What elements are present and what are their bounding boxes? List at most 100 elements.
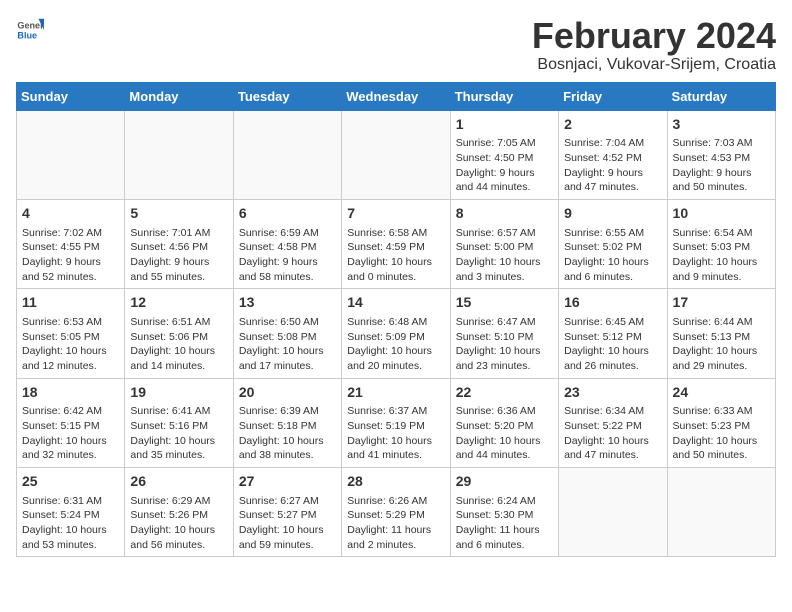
day-number: 23 <box>564 383 661 403</box>
calendar-cell: 13Sunrise: 6:50 AMSunset: 5:08 PMDayligh… <box>233 289 341 378</box>
calendar-cell: 11Sunrise: 6:53 AMSunset: 5:05 PMDayligh… <box>17 289 125 378</box>
day-number: 4 <box>22 204 119 224</box>
day-number: 25 <box>22 472 119 492</box>
day-detail: Sunrise: 6:44 AMSunset: 5:13 PMDaylight:… <box>673 315 770 374</box>
day-number: 18 <box>22 383 119 403</box>
day-number: 16 <box>564 293 661 313</box>
day-detail: Sunrise: 6:54 AMSunset: 5:03 PMDaylight:… <box>673 226 770 285</box>
day-detail: Sunrise: 7:02 AMSunset: 4:55 PMDaylight:… <box>22 226 119 285</box>
calendar-cell: 16Sunrise: 6:45 AMSunset: 5:12 PMDayligh… <box>559 289 667 378</box>
calendar-cell: 17Sunrise: 6:44 AMSunset: 5:13 PMDayligh… <box>667 289 775 378</box>
day-number: 15 <box>456 293 553 313</box>
day-number: 21 <box>347 383 444 403</box>
day-detail: Sunrise: 6:31 AMSunset: 5:24 PMDaylight:… <box>22 494 119 553</box>
day-number: 11 <box>22 293 119 313</box>
page-title: February 2024 <box>532 16 776 56</box>
day-detail: Sunrise: 6:39 AMSunset: 5:18 PMDaylight:… <box>239 404 336 463</box>
calendar-table: SundayMondayTuesdayWednesdayThursdayFrid… <box>16 82 776 558</box>
calendar-day-header: Sunday <box>17 82 125 110</box>
calendar-cell: 26Sunrise: 6:29 AMSunset: 5:26 PMDayligh… <box>125 467 233 556</box>
calendar-cell <box>559 467 667 556</box>
day-number: 1 <box>456 115 553 135</box>
calendar-cell: 23Sunrise: 6:34 AMSunset: 5:22 PMDayligh… <box>559 378 667 467</box>
calendar-cell: 12Sunrise: 6:51 AMSunset: 5:06 PMDayligh… <box>125 289 233 378</box>
day-detail: Sunrise: 6:34 AMSunset: 5:22 PMDaylight:… <box>564 404 661 463</box>
calendar-cell <box>17 110 125 199</box>
calendar-cell: 3Sunrise: 7:03 AMSunset: 4:53 PMDaylight… <box>667 110 775 199</box>
page-subtitle: Bosnjaci, Vukovar-Srijem, Croatia <box>532 56 776 74</box>
calendar-header-row: SundayMondayTuesdayWednesdayThursdayFrid… <box>17 82 776 110</box>
header: General Blue February 2024 Bosnjaci, Vuk… <box>16 16 776 74</box>
calendar-cell: 15Sunrise: 6:47 AMSunset: 5:10 PMDayligh… <box>450 289 558 378</box>
calendar-week-row: 1Sunrise: 7:05 AMSunset: 4:50 PMDaylight… <box>17 110 776 199</box>
calendar-day-header: Tuesday <box>233 82 341 110</box>
day-detail: Sunrise: 6:55 AMSunset: 5:02 PMDaylight:… <box>564 226 661 285</box>
calendar-cell: 21Sunrise: 6:37 AMSunset: 5:19 PMDayligh… <box>342 378 450 467</box>
day-detail: Sunrise: 6:29 AMSunset: 5:26 PMDaylight:… <box>130 494 227 553</box>
day-number: 7 <box>347 204 444 224</box>
calendar-day-header: Wednesday <box>342 82 450 110</box>
day-number: 28 <box>347 472 444 492</box>
day-number: 27 <box>239 472 336 492</box>
calendar-cell: 22Sunrise: 6:36 AMSunset: 5:20 PMDayligh… <box>450 378 558 467</box>
calendar-cell: 5Sunrise: 7:01 AMSunset: 4:56 PMDaylight… <box>125 199 233 288</box>
calendar-cell <box>342 110 450 199</box>
day-detail: Sunrise: 7:01 AMSunset: 4:56 PMDaylight:… <box>130 226 227 285</box>
day-number: 2 <box>564 115 661 135</box>
day-detail: Sunrise: 6:58 AMSunset: 4:59 PMDaylight:… <box>347 226 444 285</box>
day-number: 6 <box>239 204 336 224</box>
logo-icon: General Blue <box>16 16 44 44</box>
day-detail: Sunrise: 6:42 AMSunset: 5:15 PMDaylight:… <box>22 404 119 463</box>
calendar-cell: 18Sunrise: 6:42 AMSunset: 5:15 PMDayligh… <box>17 378 125 467</box>
day-detail: Sunrise: 6:53 AMSunset: 5:05 PMDaylight:… <box>22 315 119 374</box>
calendar-cell: 20Sunrise: 6:39 AMSunset: 5:18 PMDayligh… <box>233 378 341 467</box>
day-detail: Sunrise: 6:41 AMSunset: 5:16 PMDaylight:… <box>130 404 227 463</box>
day-number: 29 <box>456 472 553 492</box>
day-detail: Sunrise: 6:59 AMSunset: 4:58 PMDaylight:… <box>239 226 336 285</box>
calendar-day-header: Monday <box>125 82 233 110</box>
calendar-cell <box>233 110 341 199</box>
calendar-day-header: Thursday <box>450 82 558 110</box>
day-number: 19 <box>130 383 227 403</box>
title-area: February 2024 Bosnjaci, Vukovar-Srijem, … <box>532 16 776 74</box>
calendar-week-row: 4Sunrise: 7:02 AMSunset: 4:55 PMDaylight… <box>17 199 776 288</box>
calendar-cell: 4Sunrise: 7:02 AMSunset: 4:55 PMDaylight… <box>17 199 125 288</box>
day-number: 17 <box>673 293 770 313</box>
day-number: 14 <box>347 293 444 313</box>
calendar-cell: 7Sunrise: 6:58 AMSunset: 4:59 PMDaylight… <box>342 199 450 288</box>
calendar-cell: 1Sunrise: 7:05 AMSunset: 4:50 PMDaylight… <box>450 110 558 199</box>
day-detail: Sunrise: 6:26 AMSunset: 5:29 PMDaylight:… <box>347 494 444 553</box>
calendar-cell: 19Sunrise: 6:41 AMSunset: 5:16 PMDayligh… <box>125 378 233 467</box>
day-detail: Sunrise: 6:36 AMSunset: 5:20 PMDaylight:… <box>456 404 553 463</box>
calendar-cell: 24Sunrise: 6:33 AMSunset: 5:23 PMDayligh… <box>667 378 775 467</box>
day-detail: Sunrise: 6:37 AMSunset: 5:19 PMDaylight:… <box>347 404 444 463</box>
day-detail: Sunrise: 6:33 AMSunset: 5:23 PMDaylight:… <box>673 404 770 463</box>
calendar-cell <box>125 110 233 199</box>
day-detail: Sunrise: 7:05 AMSunset: 4:50 PMDaylight:… <box>456 136 553 195</box>
day-detail: Sunrise: 6:57 AMSunset: 5:00 PMDaylight:… <box>456 226 553 285</box>
day-number: 10 <box>673 204 770 224</box>
day-detail: Sunrise: 6:51 AMSunset: 5:06 PMDaylight:… <box>130 315 227 374</box>
day-number: 12 <box>130 293 227 313</box>
day-number: 9 <box>564 204 661 224</box>
svg-text:General: General <box>17 21 44 31</box>
day-detail: Sunrise: 7:03 AMSunset: 4:53 PMDaylight:… <box>673 136 770 195</box>
calendar-cell <box>667 467 775 556</box>
day-detail: Sunrise: 6:45 AMSunset: 5:12 PMDaylight:… <box>564 315 661 374</box>
calendar-cell: 28Sunrise: 6:26 AMSunset: 5:29 PMDayligh… <box>342 467 450 556</box>
calendar-cell: 27Sunrise: 6:27 AMSunset: 5:27 PMDayligh… <box>233 467 341 556</box>
calendar-cell: 6Sunrise: 6:59 AMSunset: 4:58 PMDaylight… <box>233 199 341 288</box>
day-detail: Sunrise: 6:50 AMSunset: 5:08 PMDaylight:… <box>239 315 336 374</box>
day-number: 24 <box>673 383 770 403</box>
day-number: 3 <box>673 115 770 135</box>
day-detail: Sunrise: 6:47 AMSunset: 5:10 PMDaylight:… <box>456 315 553 374</box>
calendar-week-row: 25Sunrise: 6:31 AMSunset: 5:24 PMDayligh… <box>17 467 776 556</box>
day-number: 26 <box>130 472 227 492</box>
day-number: 20 <box>239 383 336 403</box>
calendar-cell: 10Sunrise: 6:54 AMSunset: 5:03 PMDayligh… <box>667 199 775 288</box>
calendar-cell: 2Sunrise: 7:04 AMSunset: 4:52 PMDaylight… <box>559 110 667 199</box>
day-number: 5 <box>130 204 227 224</box>
day-detail: Sunrise: 6:27 AMSunset: 5:27 PMDaylight:… <box>239 494 336 553</box>
day-number: 22 <box>456 383 553 403</box>
calendar-cell: 29Sunrise: 6:24 AMSunset: 5:30 PMDayligh… <box>450 467 558 556</box>
